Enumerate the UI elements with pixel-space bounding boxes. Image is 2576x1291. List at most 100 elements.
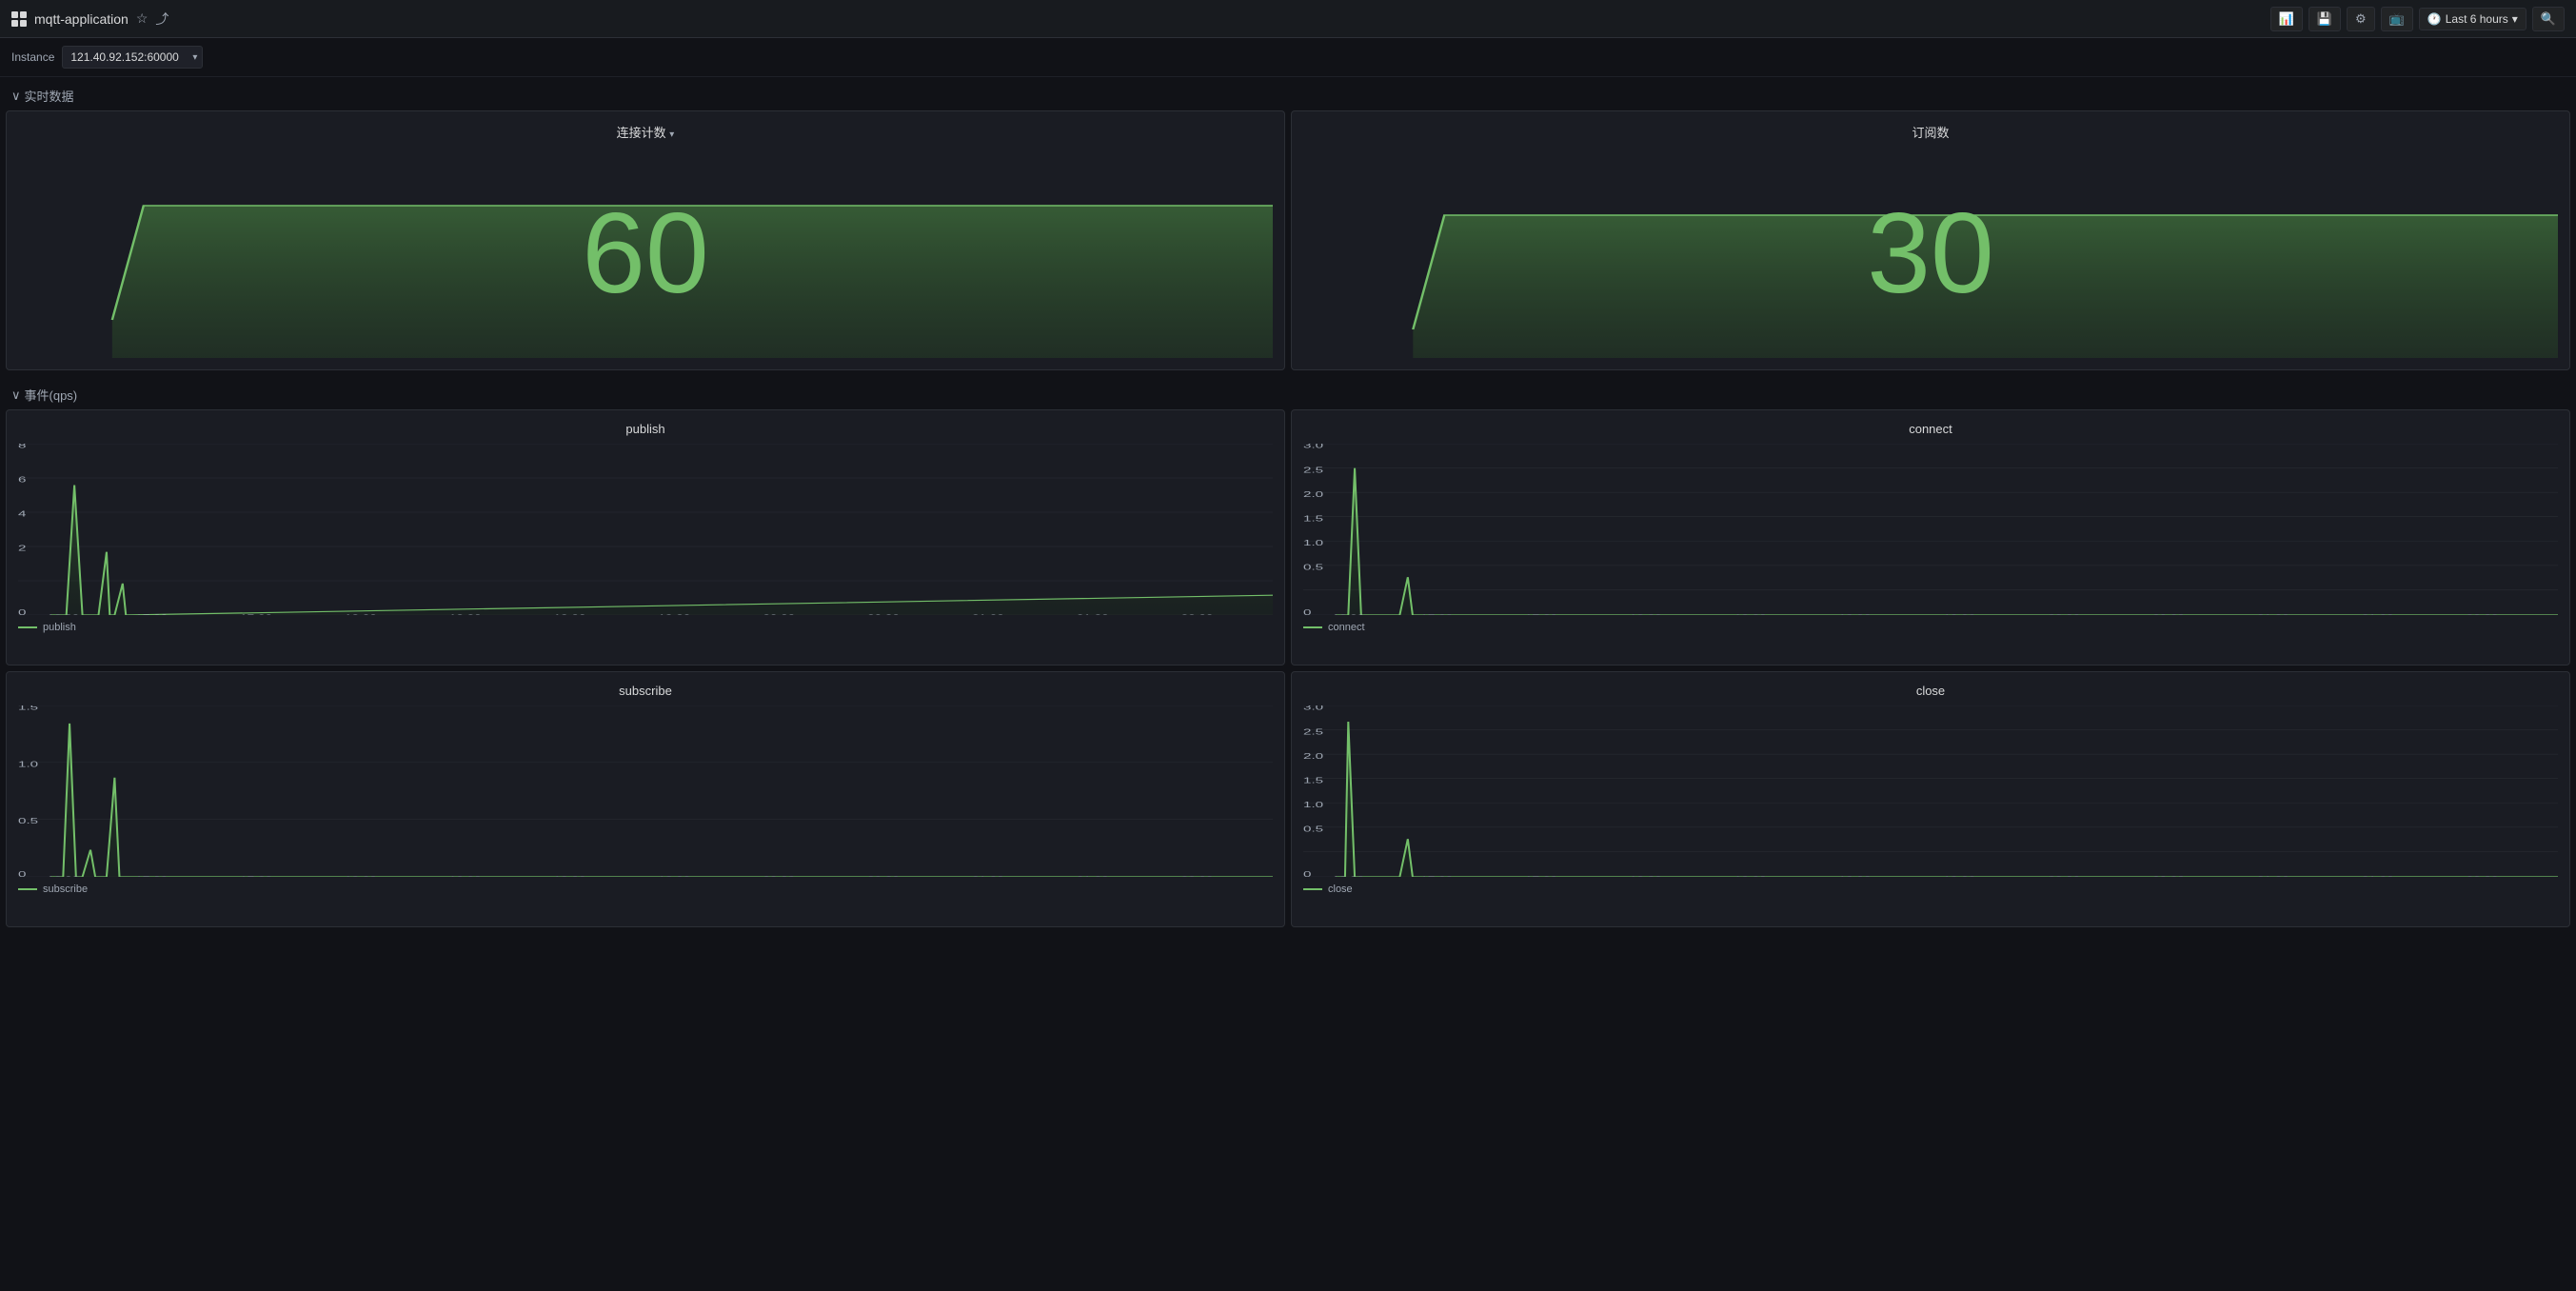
events-panels-row1: publish 8 6 4 2 [0, 409, 2576, 671]
tv-icon: 📺 [2389, 11, 2405, 27]
time-picker-label: Last 6 hours [2446, 12, 2508, 26]
subscriptions-stat-container: 30 [1303, 149, 2558, 358]
events-collapse-icon: ∨ [11, 387, 21, 403]
svg-text:20:00: 20:00 [763, 614, 795, 615]
publish-chart-svg: 8 6 4 2 0 16:30 17:00 17:30 18:00 18:30 … [18, 444, 1273, 615]
svg-text:19:00: 19:00 [554, 614, 586, 615]
settings-button[interactable]: ⚙ [2347, 7, 2375, 31]
svg-text:18:30: 18:30 [449, 876, 482, 877]
save-button[interactable]: 💾 [2308, 7, 2341, 31]
star-icon[interactable]: ☆ [136, 10, 149, 27]
svg-text:0.5: 0.5 [1303, 563, 1323, 572]
app-title: mqtt-application [34, 11, 129, 27]
publish-title: publish [18, 422, 1273, 436]
svg-text:0.5: 0.5 [1303, 824, 1323, 834]
instance-select[interactable]: 121.40.92.152:60000 [62, 46, 203, 69]
realtime-section-title: 实时数据 [25, 87, 74, 105]
connect-title: connect [1303, 422, 2558, 436]
svg-text:20:00: 20:00 [763, 876, 795, 877]
svg-text:3.0: 3.0 [1303, 705, 1323, 712]
svg-text:19:00: 19:00 [554, 876, 586, 877]
collapse-icon: ∨ [11, 89, 21, 104]
svg-text:8: 8 [18, 444, 27, 450]
svg-text:18:30: 18:30 [1734, 876, 1767, 877]
subscribe-legend-line [18, 888, 37, 890]
close-panel: close 3.0 2.5 2.0 [1291, 671, 2570, 927]
zoom-button[interactable]: 🔍 [2532, 7, 2565, 31]
connect-legend-line [1303, 626, 1322, 628]
connect-legend-label: connect [1328, 622, 1365, 633]
svg-text:19:00: 19:00 [1839, 614, 1872, 615]
svg-text:19:30: 19:30 [1944, 876, 1976, 877]
close-legend-line [1303, 888, 1322, 890]
svg-text:17:00: 17:00 [1420, 614, 1453, 615]
tv-button[interactable]: 📺 [2381, 7, 2413, 31]
connect-chart-panel: 3.0 2.5 2.0 1.5 1.0 0.5 0 16:30 17:00 17… [1303, 444, 2558, 653]
svg-text:3.0: 3.0 [1303, 444, 1323, 450]
topbar-left: mqtt-application ☆ ⤴ [11, 10, 2261, 29]
svg-text:17:30: 17:30 [1525, 876, 1557, 877]
svg-text:21:30: 21:30 [2362, 614, 2394, 615]
svg-text:21:00: 21:00 [2257, 876, 2289, 877]
svg-text:21:30: 21:30 [1077, 876, 1109, 877]
svg-text:1.5: 1.5 [1303, 514, 1323, 524]
svg-text:2.0: 2.0 [1303, 751, 1323, 761]
svg-text:18:30: 18:30 [1734, 614, 1767, 615]
svg-text:19:30: 19:30 [1944, 614, 1976, 615]
svg-text:21:30: 21:30 [2362, 876, 2394, 877]
chart-button[interactable]: 📊 [2270, 7, 2303, 31]
svg-text:16:30: 16:30 [47, 876, 79, 877]
svg-text:17:30: 17:30 [240, 876, 272, 877]
svg-text:17:00: 17:00 [1420, 876, 1453, 877]
subscriptions-value: 30 [1867, 196, 1993, 310]
connect-panel: connect 3.0 2.5 2.0 [1291, 409, 2570, 665]
svg-text:17:00: 17:00 [135, 614, 168, 615]
subscribe-legend-label: subscribe [43, 884, 88, 895]
svg-text:20:00: 20:00 [2048, 614, 2080, 615]
close-legend: close [1303, 884, 2558, 895]
topbar: mqtt-application ☆ ⤴ 📊 💾 ⚙ 📺 🕐 Last 6 ho… [0, 0, 2576, 38]
svg-text:16:30: 16:30 [1332, 614, 1364, 615]
svg-text:18:00: 18:00 [1630, 876, 1662, 877]
svg-text:20:30: 20:30 [2152, 614, 2185, 615]
subscribe-chart-svg: 1.5 1.0 0.5 0 16:30 17:00 17:30 18:00 18… [18, 705, 1273, 877]
chevron-down-icon: ▾ [2512, 12, 2518, 26]
svg-text:20:30: 20:30 [2152, 876, 2185, 877]
svg-text:22:00: 22:00 [2467, 876, 2499, 877]
svg-text:19:00: 19:00 [1839, 876, 1872, 877]
connections-panel: 连接计数 ▾ 60 [6, 110, 1285, 370]
close-chart-panel: 3.0 2.5 2.0 1.5 1.0 0.5 0 16:30 17:00 17… [1303, 705, 2558, 915]
svg-text:17:30: 17:30 [1525, 614, 1557, 615]
share-icon[interactable]: ⤴ [155, 10, 168, 29]
svg-text:21:00: 21:00 [972, 876, 1004, 877]
gear-icon: ⚙ [2355, 11, 2367, 27]
svg-text:16:30: 16:30 [47, 614, 79, 615]
instance-select-wrap[interactable]: 121.40.92.152:60000 [62, 46, 203, 69]
close-legend-label: close [1328, 884, 1353, 895]
clock-icon: 🕐 [2427, 12, 2442, 26]
realtime-panels: 连接计数 ▾ 60 订阅数 [0, 110, 2576, 376]
svg-text:0: 0 [1303, 607, 1312, 615]
svg-text:2: 2 [18, 544, 27, 553]
connections-panel-title: 连接计数 ▾ [18, 123, 1273, 141]
svg-text:1.5: 1.5 [18, 705, 38, 712]
svg-text:0: 0 [18, 607, 27, 615]
svg-text:2.5: 2.5 [1303, 466, 1323, 475]
svg-text:6: 6 [18, 475, 27, 485]
publish-chart-panel: 8 6 4 2 0 16:30 17:00 17:30 18:00 18:30 … [18, 444, 1273, 653]
time-picker[interactable]: 🕐 Last 6 hours ▾ [2419, 8, 2526, 30]
publish-legend-label: publish [43, 622, 76, 633]
app-icon [11, 11, 27, 27]
realtime-section-header[interactable]: ∨ 实时数据 [0, 77, 2576, 110]
svg-text:21:30: 21:30 [1077, 614, 1109, 615]
connections-value: 60 [582, 196, 708, 310]
subscribe-chart-panel: 1.5 1.0 0.5 0 16:30 17:00 17:30 18:00 18… [18, 705, 1273, 915]
svg-text:0.5: 0.5 [18, 816, 38, 825]
svg-text:20:30: 20:30 [867, 876, 900, 877]
close-chart-svg: 3.0 2.5 2.0 1.5 1.0 0.5 0 16:30 17:00 17… [1303, 705, 2558, 877]
events-section-header[interactable]: ∨ 事件(qps) [0, 376, 2576, 409]
svg-text:20:30: 20:30 [867, 614, 900, 615]
svg-text:17:00: 17:00 [135, 876, 168, 877]
events-section-title: 事件(qps) [25, 386, 78, 404]
connect-legend: connect [1303, 622, 2558, 633]
